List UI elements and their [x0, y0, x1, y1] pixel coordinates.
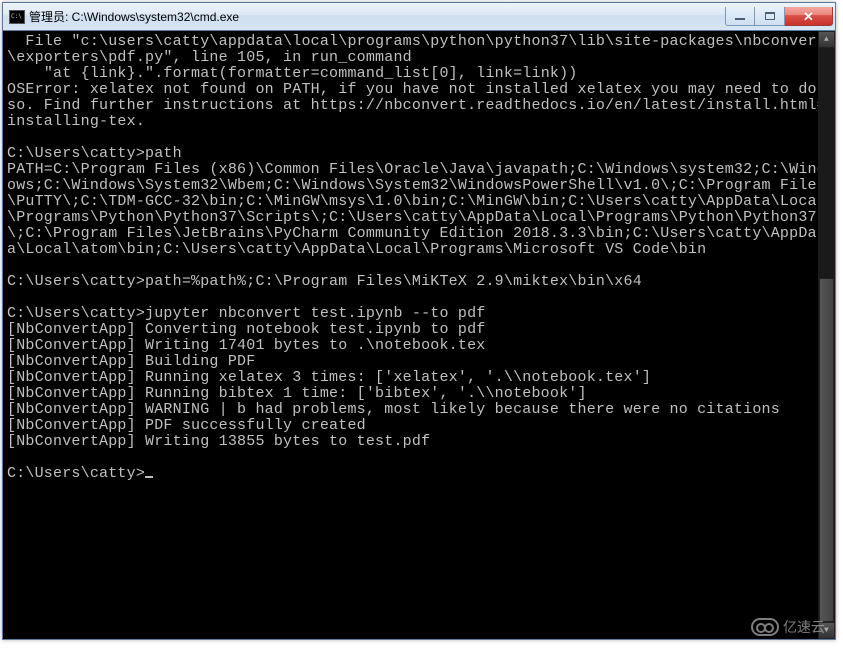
- vertical-scrollbar[interactable]: ▲ ▼: [818, 31, 835, 639]
- terminal-output: File "c:\users\catty\appdata\local\progr…: [7, 34, 835, 482]
- scroll-up-button[interactable]: ▲: [818, 31, 835, 48]
- maximize-icon: [765, 12, 775, 20]
- close-icon: ✕: [803, 10, 814, 23]
- close-button[interactable]: ✕: [785, 7, 833, 26]
- maximize-button[interactable]: [755, 7, 785, 26]
- window-controls: ✕: [725, 7, 833, 26]
- cursor: [145, 476, 153, 478]
- titlebar[interactable]: 管理员: C:\Windows\system32\cmd.exe ✕: [3, 3, 835, 31]
- minimize-icon: [735, 18, 745, 20]
- terminal-body[interactable]: File "c:\users\catty\appdata\local\progr…: [3, 31, 835, 639]
- scroll-track[interactable]: [818, 48, 835, 622]
- cmd-icon: [9, 10, 25, 24]
- minimize-button[interactable]: [725, 7, 755, 26]
- scroll-down-button[interactable]: ▼: [818, 622, 835, 639]
- cmd-window: 管理员: C:\Windows\system32\cmd.exe ✕ File …: [2, 2, 836, 640]
- window-title: 管理员: C:\Windows\system32\cmd.exe: [29, 8, 725, 25]
- scroll-thumb[interactable]: [819, 278, 834, 622]
